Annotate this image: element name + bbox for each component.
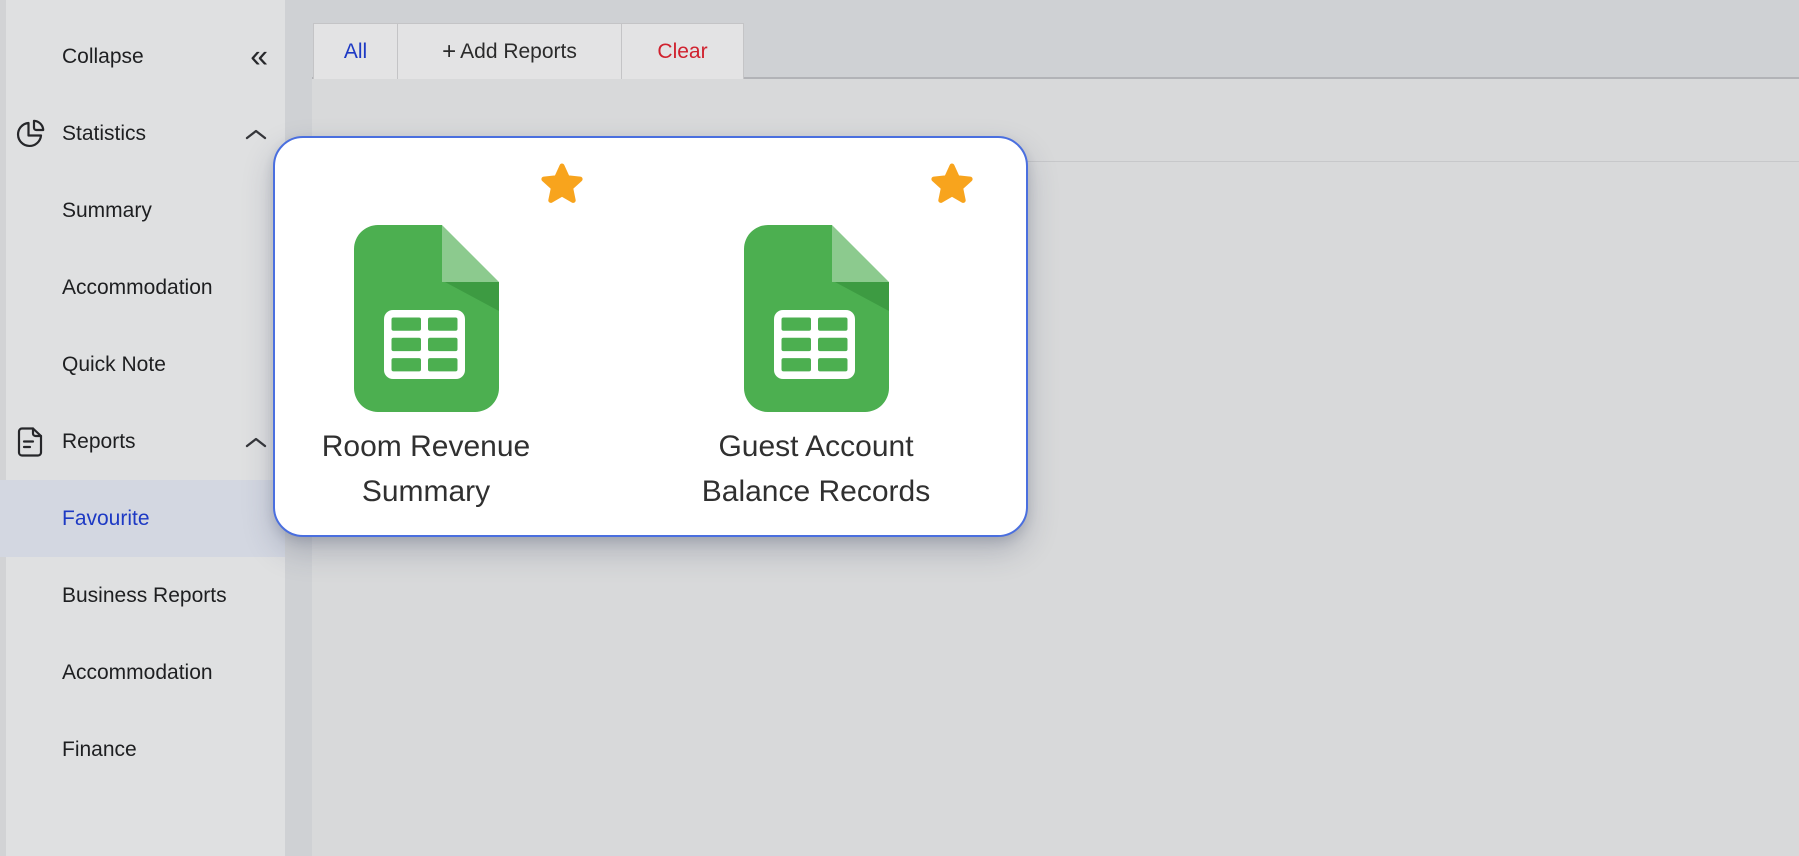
tab-all[interactable]: All — [313, 23, 398, 79]
sidebar-collapse-button[interactable]: Collapse « — [0, 18, 285, 95]
sidebar-section-label: Reports — [62, 429, 136, 453]
sidebar-section-label: Statistics — [62, 121, 147, 145]
sidebar-item-finance[interactable]: Finance — [0, 711, 285, 788]
report-title: Guest Account Balance Records — [701, 430, 931, 508]
collapse-label: Collapse — [62, 44, 144, 68]
sidebar-item-label: Accommodation — [62, 275, 213, 299]
plus-icon: + — [442, 37, 457, 65]
chevron-up-icon — [245, 122, 267, 146]
sidebar-item-accommodation-statistics[interactable]: Accommodation — [0, 249, 285, 326]
sidebar-item-label: Accommodation — [62, 660, 213, 684]
favourites-popover: Room Revenue Summary Guest Account Balan… — [273, 136, 1028, 537]
sidebar-item-label: Favourite — [62, 506, 150, 530]
app-window: Collapse « Statistics Summary Accommodat… — [0, 0, 1799, 856]
chevron-up-icon — [245, 430, 267, 454]
spreadsheet-icon — [354, 225, 499, 412]
sidebar-item-summary[interactable]: Summary — [0, 172, 285, 249]
sidebar: Collapse « Statistics Summary Accommodat… — [0, 0, 285, 856]
sidebar-item-quick-note[interactable]: Quick Note — [0, 326, 285, 403]
spreadsheet-icon — [744, 225, 889, 412]
favourite-star-icon[interactable] — [930, 163, 974, 205]
pie-chart-icon — [15, 119, 45, 149]
sidebar-section-statistics[interactable]: Statistics — [0, 95, 285, 172]
add-reports-button[interactable]: + Add Reports — [397, 23, 622, 79]
sidebar-item-label: Summary — [62, 198, 152, 222]
sidebar-item-accommodation-reports[interactable]: Accommodation — [0, 634, 285, 711]
tab-bar: All + Add Reports Clear — [312, 0, 1799, 79]
sidebar-item-label: Business Reports — [62, 583, 227, 607]
collapse-chevrons-icon: « — [250, 37, 268, 74]
tab-group: All + Add Reports Clear — [313, 23, 744, 79]
tab-label: Clear — [657, 39, 708, 63]
sidebar-item-business-reports[interactable]: Business Reports — [0, 557, 285, 634]
report-tile-room-revenue-summary[interactable]: Room Revenue Summary — [275, 138, 583, 535]
sidebar-item-label: Finance — [62, 737, 137, 761]
document-icon — [15, 426, 45, 457]
tab-label: All — [343, 39, 368, 63]
clear-button[interactable]: Clear — [621, 23, 744, 79]
favourite-star-icon[interactable] — [540, 163, 584, 205]
tab-label: Add Reports — [460, 39, 577, 63]
sidebar-item-favourite[interactable]: Favourite — [0, 480, 285, 557]
sidebar-section-reports[interactable]: Reports — [0, 403, 285, 480]
report-tile-guest-account-balance-records[interactable]: Guest Account Balance Records — [665, 138, 973, 535]
report-title: Room Revenue Summary — [321, 430, 531, 508]
sidebar-item-label: Quick Note — [62, 352, 166, 376]
